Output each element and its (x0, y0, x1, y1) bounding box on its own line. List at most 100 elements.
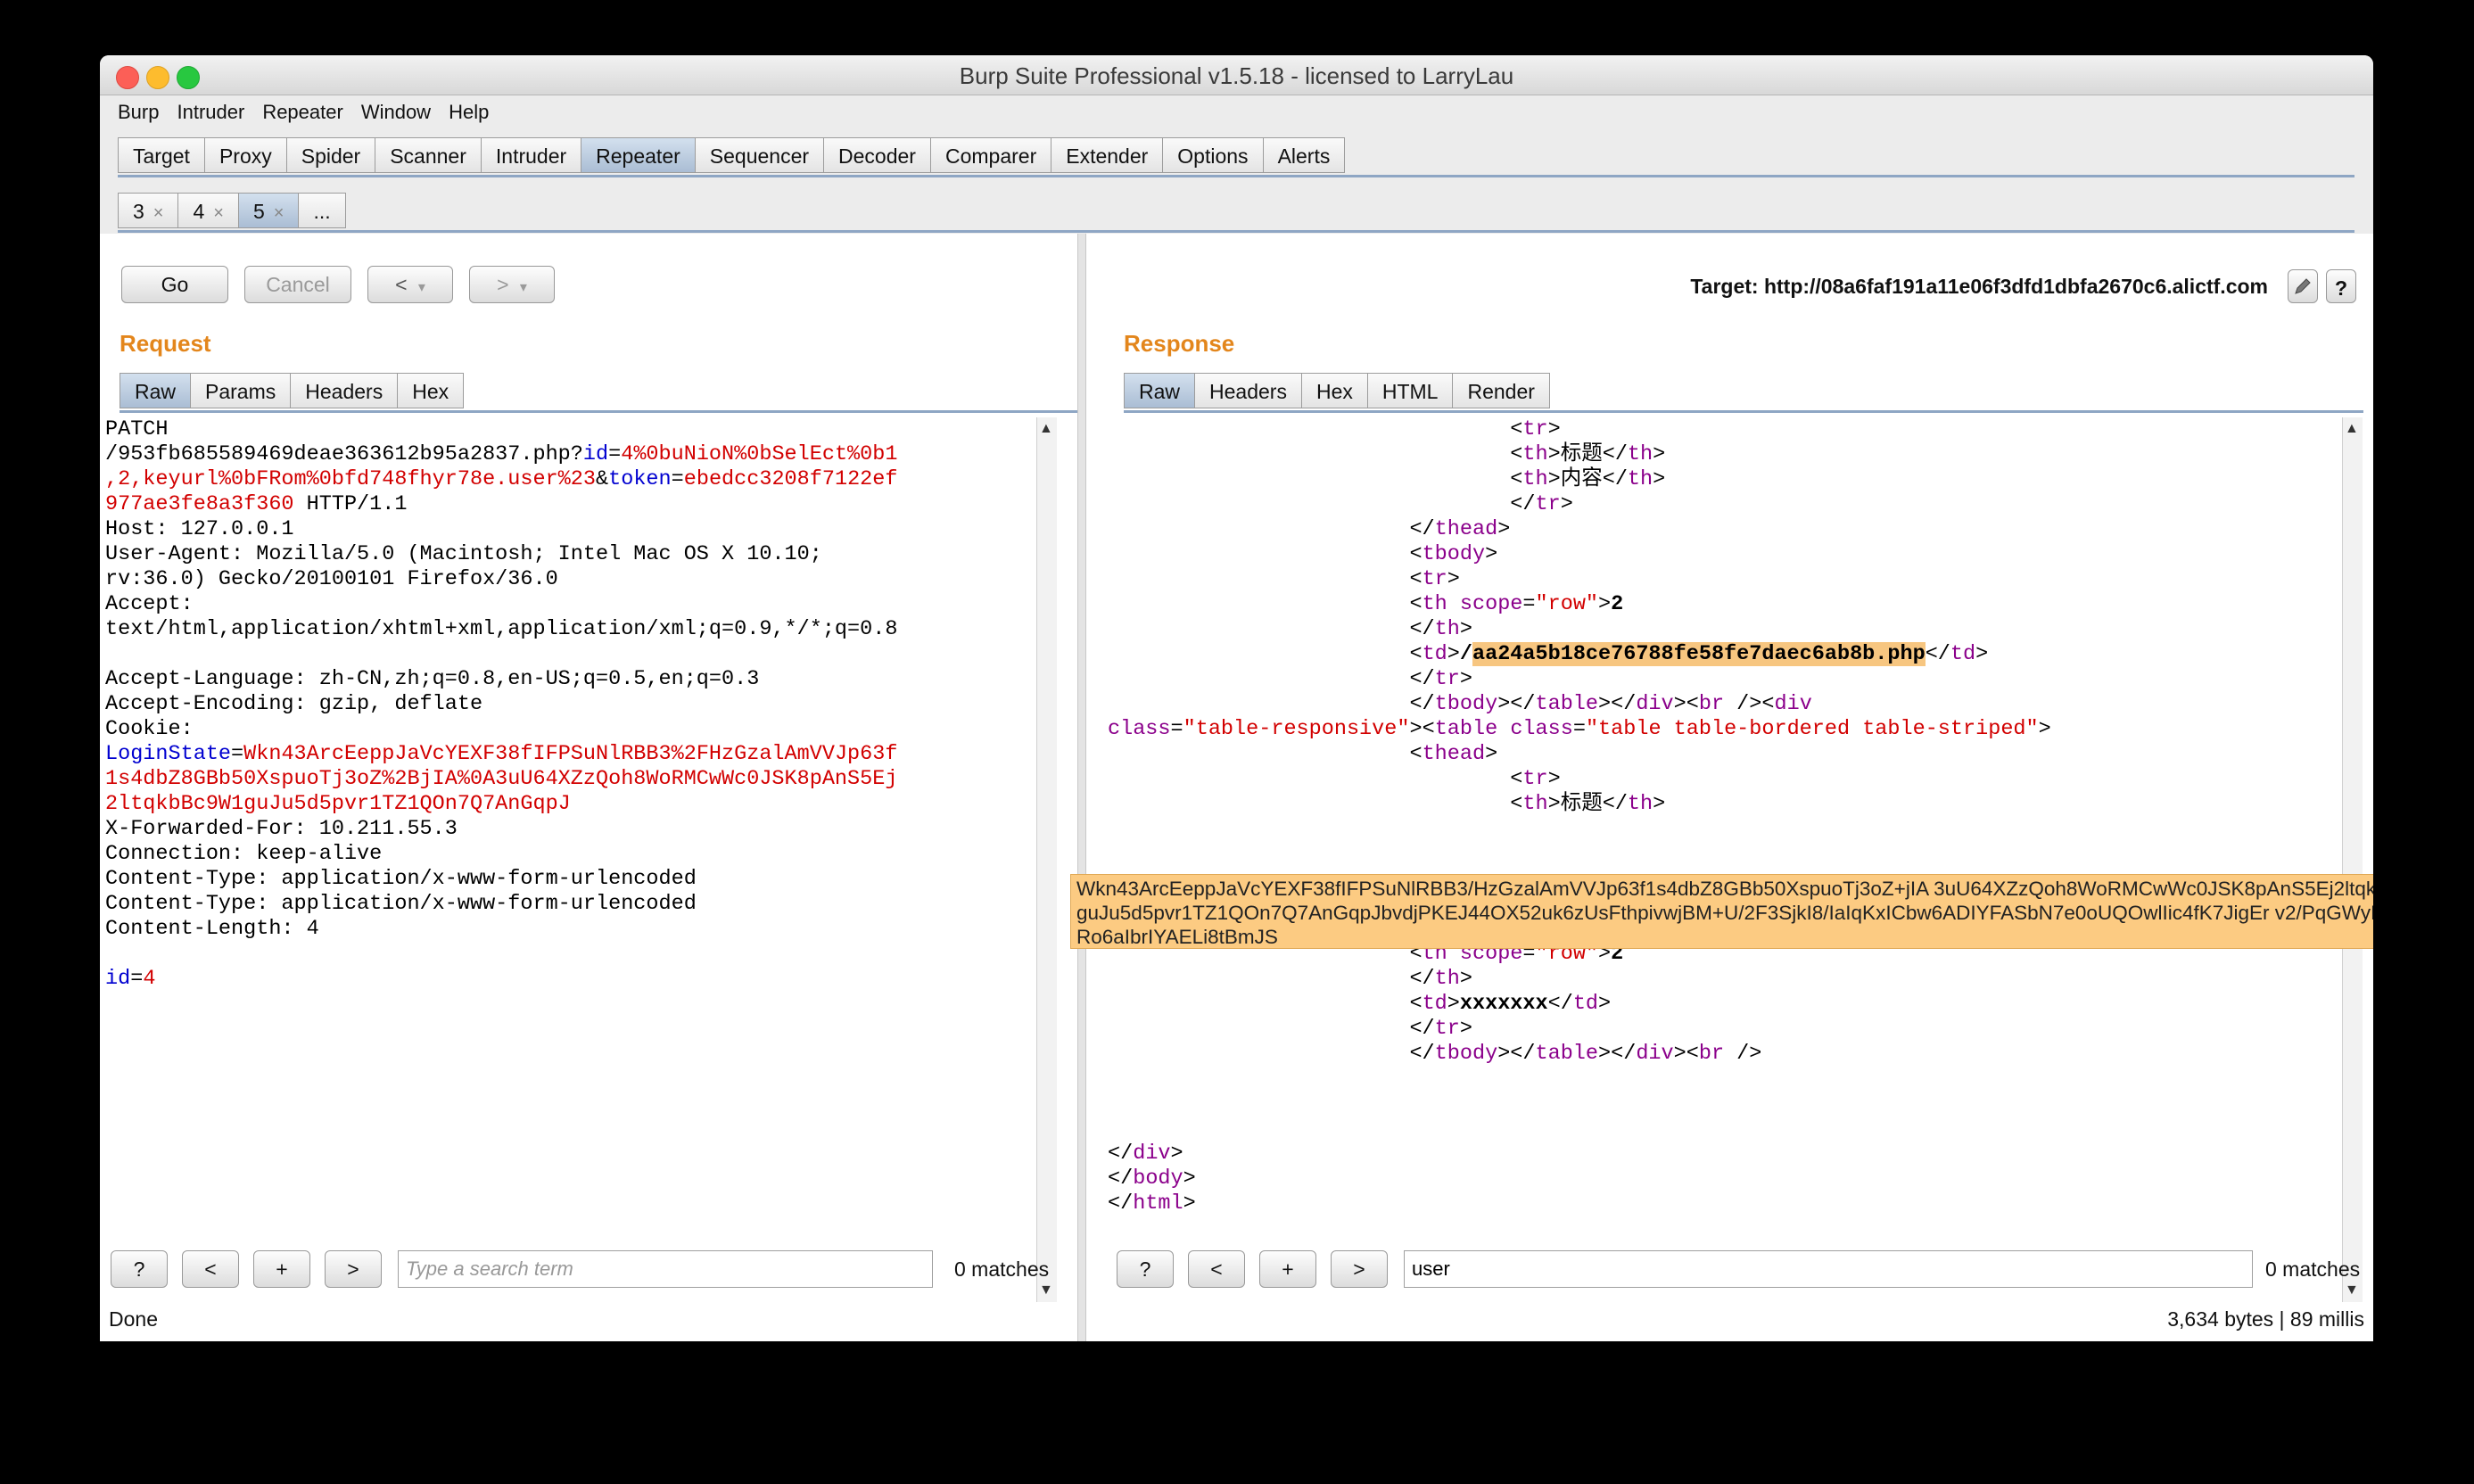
code-line: </tr> (1108, 667, 2338, 692)
code-token: > (1547, 417, 1561, 441)
code-token: = (1170, 717, 1183, 741)
code-token: = (130, 967, 144, 991)
request-tab-headers[interactable]: Headers (291, 373, 399, 408)
scroll-up-icon[interactable]: ▲ (2345, 421, 2359, 437)
response-scrollbar[interactable]: ▲ ▼ (2342, 417, 2363, 1302)
scroll-down-icon[interactable]: ▼ (1039, 1282, 1053, 1298)
repeater-tab-4[interactable]: 4 × (178, 193, 239, 228)
tab-comparer[interactable]: Comparer (930, 137, 1052, 173)
code-token: </ (1108, 1017, 1435, 1041)
code-token: tr (1535, 492, 1561, 516)
code-token: th (1627, 442, 1653, 466)
code-line: LoginState=Wkn43ArcEeppJaVcYEXF38fIFPSuN… (105, 742, 1095, 767)
code-token: rv:36.0) Gecko/20100101 Firefox/36.0 (105, 567, 558, 591)
code-line: </thead> (1108, 517, 2338, 542)
scroll-up-icon[interactable]: ▲ (1039, 421, 1053, 437)
code-line: Content-Type: application/x-www-form-url… (105, 867, 1095, 892)
code-token: > (1653, 792, 1666, 816)
tab-alerts[interactable]: Alerts (1263, 137, 1346, 173)
code-token: > (1598, 992, 1612, 1016)
go-button[interactable]: Go (121, 266, 228, 303)
code-token: < (1108, 992, 1423, 1016)
tab-sequencer[interactable]: Sequencer (695, 137, 825, 173)
edit-target-button[interactable] (2288, 269, 2318, 303)
request-scrollbar[interactable]: ▲ ▼ (1036, 417, 1057, 1302)
request-search-input[interactable]: Type a search term (398, 1250, 933, 1288)
code-token: = (671, 467, 684, 491)
repeater-tab-3[interactable]: 3 × (118, 193, 179, 228)
response-tab-hex[interactable]: Hex (1301, 373, 1368, 408)
new-repeater-tab-button[interactable]: ... (299, 193, 346, 228)
request-tab-raw[interactable]: Raw (120, 373, 192, 408)
tab-proxy[interactable]: Proxy (204, 137, 287, 173)
code-token: scope (1459, 592, 1523, 616)
code-token: = (1572, 717, 1586, 741)
menu-intruder[interactable]: Intruder (177, 101, 244, 124)
code-token: td (1572, 992, 1599, 1016)
menu-help[interactable]: Help (449, 101, 489, 124)
close-tab-icon[interactable]: × (153, 203, 164, 223)
response-editor[interactable]: <tr> <th>标题</th> <th>内容</th> </tr> </the… (1108, 417, 2338, 1302)
response-search-add-button[interactable]: + (1259, 1250, 1316, 1288)
scroll-down-icon[interactable]: ▼ (2345, 1282, 2359, 1298)
code-token: Wkn43ArcEeppJaVcYEXF38fIFPSuNlRBB3%2FHzG… (243, 742, 898, 766)
response-tab-raw[interactable]: Raw (1124, 373, 1196, 408)
repeater-tab-label: 5 (252, 200, 265, 223)
code-line: 977ae3fe8a3f360 HTTP/1.1 (105, 492, 1095, 517)
tab-target[interactable]: Target (118, 137, 205, 173)
response-tab-headers[interactable]: Headers (1195, 373, 1302, 408)
tab-scanner[interactable]: Scanner (375, 137, 482, 173)
forward-button[interactable]: > ▾ (469, 266, 555, 303)
tooltip-line: Ro6aIbrIYAELi8tBmJS (1076, 926, 1278, 948)
code-token: 2 (1611, 592, 1624, 616)
menu-repeater[interactable]: Repeater (262, 101, 343, 124)
code-token: >内容</ (1547, 467, 1628, 491)
repeater-tab-bar: 3 × 4 × 5 ×... (118, 193, 346, 230)
response-tab-html[interactable]: HTML (1367, 373, 1454, 408)
back-button[interactable]: < ▾ (367, 266, 453, 303)
request-tab-params[interactable]: Params (191, 373, 292, 408)
code-token: >标题</ (1547, 442, 1628, 466)
target-label: Target: http://08a6faf191a11e06f3dfd1dbf… (1690, 275, 2268, 298)
repeater-tab-5[interactable]: 5 × (238, 193, 300, 228)
menu-window[interactable]: Window (361, 101, 431, 124)
response-search-input[interactable]: user (1404, 1250, 2253, 1288)
code-line: </html> (1108, 1191, 2338, 1216)
menu-burp[interactable]: Burp (118, 101, 159, 124)
code-token: token (608, 467, 672, 491)
code-token: tr (1522, 767, 1548, 791)
code-token: > (1459, 667, 1472, 691)
code-token: th (1434, 617, 1460, 641)
tab-intruder[interactable]: Intruder (481, 137, 582, 173)
title-bar: Burp Suite Professional v1.5.18 - licens… (100, 55, 2373, 95)
tab-decoder[interactable]: Decoder (824, 137, 931, 173)
code-token: LoginState (105, 742, 232, 766)
response-search-help-button[interactable]: ? (1117, 1250, 1174, 1288)
tab-extender[interactable]: Extender (1051, 137, 1164, 173)
close-tab-icon[interactable]: × (213, 203, 224, 223)
response-search-prev-button[interactable]: < (1188, 1250, 1245, 1288)
request-search-next-button[interactable]: > (325, 1250, 382, 1288)
request-editor[interactable]: PATCH/953fb685589469deae363612b95a2837.p… (105, 417, 1095, 1302)
tab-repeater[interactable]: Repeater (581, 137, 696, 173)
response-title: Response (1124, 330, 1235, 357)
split-pane-divider[interactable] (1077, 234, 1086, 1341)
code-token: > (1975, 642, 1989, 666)
close-tab-icon[interactable]: × (274, 203, 285, 223)
request-search-add-button[interactable]: + (253, 1250, 310, 1288)
help-button[interactable]: ? (2326, 269, 2356, 303)
cancel-button[interactable]: Cancel (244, 266, 351, 303)
request-search-prev-button[interactable]: < (182, 1250, 239, 1288)
code-token: th (1422, 592, 1447, 616)
code-token: /> (1724, 1042, 1762, 1066)
tab-options[interactable]: Options (1163, 137, 1264, 173)
request-tab-hex[interactable]: Hex (398, 373, 465, 408)
request-search-help-button[interactable]: ? (111, 1250, 168, 1288)
response-tab-render[interactable]: Render (1453, 373, 1550, 408)
tab-spider[interactable]: Spider (286, 137, 376, 173)
code-token: > (1170, 1142, 1183, 1166)
response-search-next-button[interactable]: > (1331, 1250, 1388, 1288)
code-token: </ (1108, 1042, 1435, 1066)
